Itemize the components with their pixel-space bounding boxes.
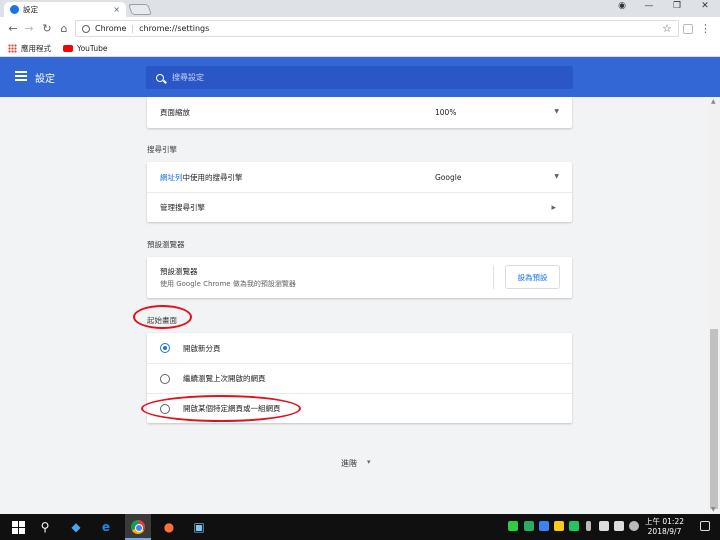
page-zoom-select[interactable]: 100% ▼ <box>435 108 559 117</box>
hamburger-menu-icon[interactable] <box>15 71 27 81</box>
settings-search-input[interactable]: 搜尋設定 <box>146 66 573 89</box>
appearance-card: 頁面縮放 100% ▼ <box>147 97 572 128</box>
chrome-menu-icon[interactable]: ⋮ <box>700 22 711 35</box>
default-browser-label: 預設瀏覽器 <box>160 267 198 276</box>
tray-vpn-icon[interactable] <box>554 521 564 531</box>
windows-taskbar: ⚲ ◆ e ● ▣ 上午 01:22 2018/9/7 <box>0 514 720 540</box>
tray-m-icon[interactable] <box>539 521 549 531</box>
chevron-right-icon: ▸ <box>551 202 556 213</box>
tab-close-button[interactable]: × <box>113 5 120 14</box>
network-icon[interactable] <box>599 521 609 531</box>
annotation-circle-specific-pages <box>141 395 301 422</box>
page-scrollbar[interactable]: ▲ ▼ <box>708 97 720 514</box>
battery-icon[interactable] <box>586 521 591 531</box>
url-scheme-label: Chrome <box>95 24 127 33</box>
windows-logo-icon <box>11 520 25 534</box>
advanced-toggle[interactable]: 進階 ▾ <box>341 458 371 469</box>
taskbar-search-icon[interactable]: ⚲ <box>37 519 53 535</box>
address-bar[interactable]: Chrome | chrome:// settings ☆ <box>75 20 679 37</box>
restore-button[interactable]: ❐ <box>665 1 689 11</box>
minimize-button[interactable]: — <box>637 1 661 11</box>
manage-search-engines-row[interactable]: 管理搜尋引擎 ▸ <box>147 192 572 222</box>
chevron-down-icon: ▾ <box>367 458 371 466</box>
search-engine-row: 網址列 中使用的搜尋引擎 Google ▼ <box>147 162 572 192</box>
page-zoom-row: 頁面縮放 100% ▼ <box>147 97 572 128</box>
tab-strip: 設定 × ◉ — ❐ ✕ <box>0 0 720 17</box>
youtube-icon <box>63 45 73 52</box>
close-window-button[interactable]: ✕ <box>693 1 717 11</box>
back-button[interactable]: ← <box>6 22 20 35</box>
action-center-icon[interactable] <box>700 521 710 531</box>
settings-content: 頁面縮放 100% ▼ 搜尋引擎 網址列 中使用的搜尋引擎 Google ▼ 管… <box>0 97 708 514</box>
bookmark-youtube[interactable]: YouTube <box>77 44 108 53</box>
default-browser-heading: 預設瀏覽器 <box>147 240 185 249</box>
manage-search-engines-label: 管理搜尋引擎 <box>160 203 205 212</box>
startup-option-new-tab[interactable]: 開啟新分頁 <box>147 333 572 363</box>
tray-security-icon[interactable] <box>524 521 534 531</box>
dropdown-arrow-icon: ▼ <box>554 172 559 180</box>
bookmark-star-icon[interactable]: ☆ <box>662 22 672 35</box>
search-icon <box>156 73 164 82</box>
default-browser-card: 預設瀏覽器 使用 Google Chrome 做為我的預設瀏覽器 設為預設 <box>147 257 572 298</box>
site-info-icon[interactable] <box>82 24 90 33</box>
search-engine-label: 中使用的搜尋引擎 <box>182 172 243 182</box>
firefox-icon[interactable]: ● <box>161 519 177 535</box>
scrollbar-thumb[interactable] <box>710 329 718 509</box>
forward-button[interactable]: → <box>22 22 36 35</box>
url-host: chrome:// <box>139 24 178 33</box>
home-button[interactable]: ⌂ <box>57 22 71 35</box>
new-tab-button[interactable] <box>127 4 153 15</box>
advanced-label: 進階 <box>341 459 357 468</box>
startup-option-label: 開啟新分頁 <box>183 343 221 353</box>
search-engine-select[interactable]: Google ▼ <box>435 173 559 182</box>
search-placeholder: 搜尋設定 <box>172 73 204 82</box>
tab-title: 設定 <box>23 5 38 14</box>
tab-settings[interactable]: 設定 × <box>4 2 126 17</box>
search-engine-heading: 搜尋引擎 <box>147 145 177 154</box>
reload-button[interactable]: ↻ <box>40 22 54 35</box>
notepad-icon[interactable]: ▣ <box>191 519 207 535</box>
dropdown-arrow-icon: ▼ <box>554 108 559 115</box>
search-engine-card: 網址列 中使用的搜尋引擎 Google ▼ 管理搜尋引擎 ▸ <box>147 162 572 222</box>
startup-option-continue[interactable]: 繼續瀏覽上次開啟的網頁 <box>147 363 572 393</box>
apps-grid-icon <box>8 44 17 53</box>
clock-date: 2018/9/7 <box>647 527 682 536</box>
app-icon[interactable]: ◆ <box>68 519 84 535</box>
set-default-button[interactable]: 設為預設 <box>505 265 560 289</box>
clock-time: 上午 01:22 <box>645 517 684 526</box>
radio-continue[interactable] <box>160 373 170 384</box>
search-engine-value: Google <box>435 172 462 182</box>
extension-icon[interactable] <box>683 24 693 34</box>
account-icon[interactable]: ◉ <box>610 1 634 11</box>
chrome-logo-icon <box>131 520 145 534</box>
chrome-taskbar-button[interactable] <box>130 519 146 535</box>
url-path: settings <box>177 24 210 33</box>
radio-new-tab[interactable] <box>160 343 170 353</box>
tray-shield-icon[interactable] <box>508 521 518 531</box>
bookmark-apps[interactable]: 應用程式 <box>21 43 51 54</box>
tray-check-icon[interactable] <box>569 521 579 531</box>
scroll-up-arrow-icon[interactable]: ▲ <box>711 98 716 105</box>
address-bar-link[interactable]: 網址列 <box>160 172 183 183</box>
volume-icon[interactable] <box>614 521 624 531</box>
toolbar: ← → ↻ ⌂ Chrome | chrome:// settings ☆ ⋮ <box>0 17 720 41</box>
divider <box>493 265 494 289</box>
startup-option-label: 繼續瀏覽上次開啟的網頁 <box>183 374 266 383</box>
page-zoom-label: 頁面縮放 <box>160 108 190 117</box>
page-zoom-value: 100% <box>435 108 457 117</box>
settings-header: 設定 搜尋設定 <box>0 57 720 97</box>
page-title: 設定 <box>35 74 55 85</box>
scroll-down-arrow-icon[interactable]: ▼ <box>711 506 716 513</box>
edge-icon[interactable]: e <box>98 519 114 535</box>
notification-dismiss-icon[interactable] <box>629 521 639 531</box>
start-button[interactable] <box>10 519 26 535</box>
settings-gear-icon <box>10 5 19 14</box>
default-browser-sublabel: 使用 Google Chrome 做為我的預設瀏覽器 <box>160 280 296 288</box>
annotation-circle-startup <box>133 305 192 329</box>
system-clock[interactable]: 上午 01:22 2018/9/7 <box>645 517 684 537</box>
bookmarks-bar: 應用程式 YouTube <box>0 41 720 57</box>
url-separator: | <box>131 24 135 33</box>
